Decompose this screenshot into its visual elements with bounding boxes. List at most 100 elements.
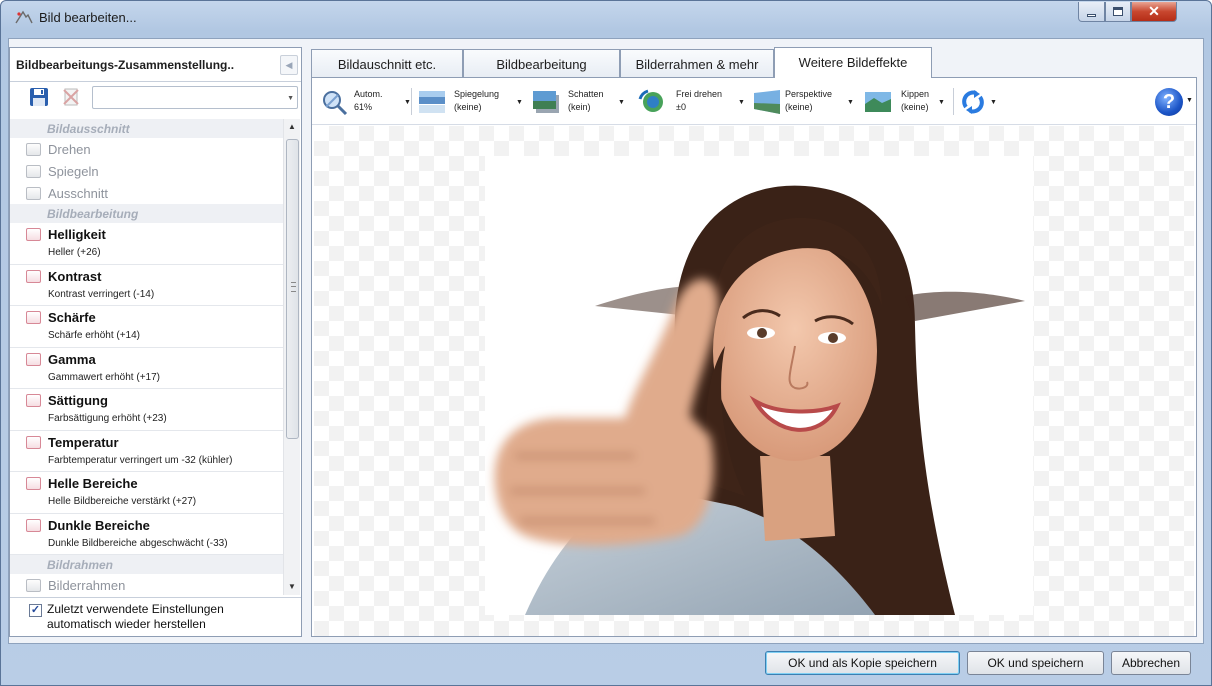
shadow-value: (kein) — [568, 102, 591, 112]
list-item-ausschnitt[interactable]: Ausschnitt — [10, 182, 283, 204]
chevron-down-icon: ▼ — [847, 99, 854, 106]
list-item-detail: Kontrast verringert (-14) — [48, 288, 155, 300]
maximize-button[interactable] — [1105, 2, 1131, 22]
panel-title: Bildbearbeitungs-Zusammenstellung.. — [16, 58, 235, 72]
list-item-detail: Gammawert erhöht (+17) — [48, 371, 160, 383]
tab-weitere-bildeffekte[interactable]: Weitere Bildeffekte — [774, 47, 932, 78]
ok-save-button[interactable]: OK und speichern — [967, 651, 1104, 675]
perspective-icon — [754, 90, 780, 114]
portrait-photo-image — [485, 156, 1033, 615]
checkbox-icon[interactable] — [26, 186, 41, 200]
toolbar-separator — [411, 88, 412, 115]
cancel-button[interactable]: Abbrechen — [1111, 651, 1191, 675]
reflection-icon — [419, 91, 445, 113]
checkbox-icon[interactable] — [26, 394, 41, 407]
tilt-value: (keine) — [901, 102, 929, 112]
checkbox-icon[interactable] — [26, 518, 41, 532]
edit-image-icon — [15, 10, 33, 24]
list-item-label: Sättigung — [48, 393, 108, 408]
image-preview-canvas[interactable] — [314, 126, 1194, 636]
zoom-label: Autom. — [354, 89, 383, 99]
chevron-down-icon: ▼ — [990, 99, 997, 106]
chevron-left-icon: ◀ — [285, 60, 293, 70]
list-item-label: Drehen — [48, 141, 91, 157]
restore-settings-checkbox[interactable]: ✓ — [29, 604, 42, 617]
rotate-free-value: ±0 — [676, 102, 686, 112]
zoom-dropdown[interactable]: Autom. 61% ▼ — [320, 87, 411, 119]
checkbox-icon[interactable] — [26, 578, 41, 592]
checkbox-icon[interactable] — [26, 352, 41, 366]
preview-photo — [485, 156, 1033, 615]
list-item-kontrast[interactable]: Kontrast Kontrast verringert (-14) — [10, 265, 283, 306]
list-item-bilderrahmen[interactable]: Bilderrahmen — [10, 574, 283, 595]
zoom-icon — [323, 91, 348, 115]
minimize-button[interactable] — [1078, 2, 1105, 22]
list-item-spiegeln[interactable]: Spiegeln — [10, 160, 283, 182]
restore-settings-label[interactable]: Zuletzt verwendete Einstellungen automat… — [47, 602, 224, 632]
tilt-label: Kippen — [901, 89, 930, 99]
checkbox-icon[interactable] — [26, 311, 41, 324]
tilt-dropdown[interactable]: Kippen (keine) ▼ — [864, 87, 954, 119]
list-item-temperatur[interactable]: Temperatur Farbtemperatur verringert um -… — [10, 431, 283, 472]
list-item-saettigung[interactable]: Sättigung Farbsättigung erhöht (+23) — [10, 389, 283, 431]
chevron-down-icon: ▼ — [618, 99, 625, 106]
list-item-gamma[interactable]: Gamma Gammawert erhöht (+17) — [10, 348, 283, 389]
list-item-label: Gamma — [48, 351, 96, 367]
chevron-down-icon: ▼ — [404, 99, 411, 106]
grip-icon — [291, 282, 296, 292]
checkbox-icon[interactable] — [26, 435, 41, 449]
perspective-label: Perspektive — [785, 89, 833, 99]
tab-bildausschnitt[interactable]: Bildauschnitt etc. — [311, 49, 463, 77]
checkbox-icon[interactable] — [26, 477, 41, 490]
rotate-free-label: Frei drehen — [676, 89, 723, 99]
rotate-free-dropdown[interactable]: Frei drehen ±0 ▼ — [638, 87, 746, 119]
chevron-down-icon: ▼ — [938, 99, 945, 106]
list-item-helligkeit[interactable]: Helligkeit Heller (+26) — [10, 223, 283, 265]
list-item-schaerfe[interactable]: Schärfe Schärfe erhöht (+14) — [10, 306, 283, 348]
tilt-icon — [865, 92, 891, 112]
checkbox-icon[interactable] — [26, 269, 41, 283]
list-item-label: Temperatur — [48, 434, 119, 450]
tab-bilderrahmen[interactable]: Bilderrahmen & mehr — [620, 49, 774, 77]
reset-dropdown[interactable]: ▼ — [960, 87, 1006, 119]
list-item-label: Ausschnitt — [48, 185, 108, 201]
list-scrollbar[interactable]: ▲ ▼ — [283, 119, 300, 595]
shadow-dropdown[interactable]: Schatten (kein) ▼ — [532, 87, 630, 119]
delete-preset-icon[interactable] — [60, 86, 82, 108]
list-item-detail: Heller (+26) — [48, 247, 101, 258]
list-item-helle-bereiche[interactable]: Helle Bereiche Helle Bildbereiche verstär… — [10, 472, 283, 514]
adjustment-list[interactable]: Bildausschnitt Drehen Spiegeln Ausschnit… — [10, 119, 283, 595]
effects-toolbar: Autom. 61% ▼ Spiegelung (keine) ▼ Schatt… — [312, 78, 1196, 125]
chevron-down-icon[interactable]: ▼ — [1186, 97, 1193, 104]
chevron-down-icon: ▼ — [516, 99, 523, 106]
list-item-drehen[interactable]: Drehen — [10, 138, 283, 160]
section-heading: Bildausschnitt — [10, 119, 283, 138]
shadow-label: Schatten — [568, 89, 604, 99]
scrollbar-thumb[interactable] — [286, 139, 299, 439]
chevron-down-icon: ▼ — [738, 99, 745, 106]
tab-bildbearbeitung[interactable]: Bildbearbeitung — [463, 49, 620, 77]
preset-select[interactable]: ▼ — [92, 86, 298, 109]
list-item-label: Helligkeit — [48, 227, 106, 242]
scroll-up-icon[interactable]: ▲ — [288, 122, 296, 131]
checkbox-icon[interactable] — [26, 142, 41, 156]
collapse-panel-button[interactable]: ◀ — [280, 55, 298, 75]
perspective-dropdown[interactable]: Perspektive (keine) ▼ — [753, 87, 857, 119]
list-item-detail: Farbtemperatur verringert um -32 (kühler… — [48, 454, 233, 466]
save-preset-icon[interactable] — [28, 86, 50, 108]
panel-header: Bildbearbeitungs-Zusammenstellung.. ◀ — [10, 48, 301, 82]
title-bar[interactable]: Bild bearbeiten... ✕ — [1, 1, 1211, 35]
list-item-dunkle-bereiche[interactable]: Dunkle Bereiche Dunkle Bildbereiche abges… — [10, 514, 283, 555]
reflection-dropdown[interactable]: Spiegelung (keine) ▼ — [418, 87, 526, 119]
checkbox-icon[interactable] — [26, 228, 41, 241]
checkbox-icon[interactable] — [26, 164, 41, 178]
list-item-detail: Dunkle Bildbereiche abgeschwächt (-33) — [48, 537, 228, 549]
scroll-down-icon[interactable]: ▼ — [288, 582, 296, 591]
ok-save-copy-button[interactable]: OK und als Kopie speichern — [765, 651, 960, 675]
help-icon[interactable]: ? — [1155, 88, 1183, 116]
zoom-value: 61% — [354, 102, 373, 112]
effects-panel: Autom. 61% ▼ Spiegelung (keine) ▼ Schatt… — [311, 77, 1197, 637]
close-button[interactable]: ✕ — [1131, 2, 1177, 22]
list-item-label: Bilderrahmen — [48, 577, 126, 593]
list-item-detail: Farbsättigung erhöht (+23) — [48, 413, 167, 424]
